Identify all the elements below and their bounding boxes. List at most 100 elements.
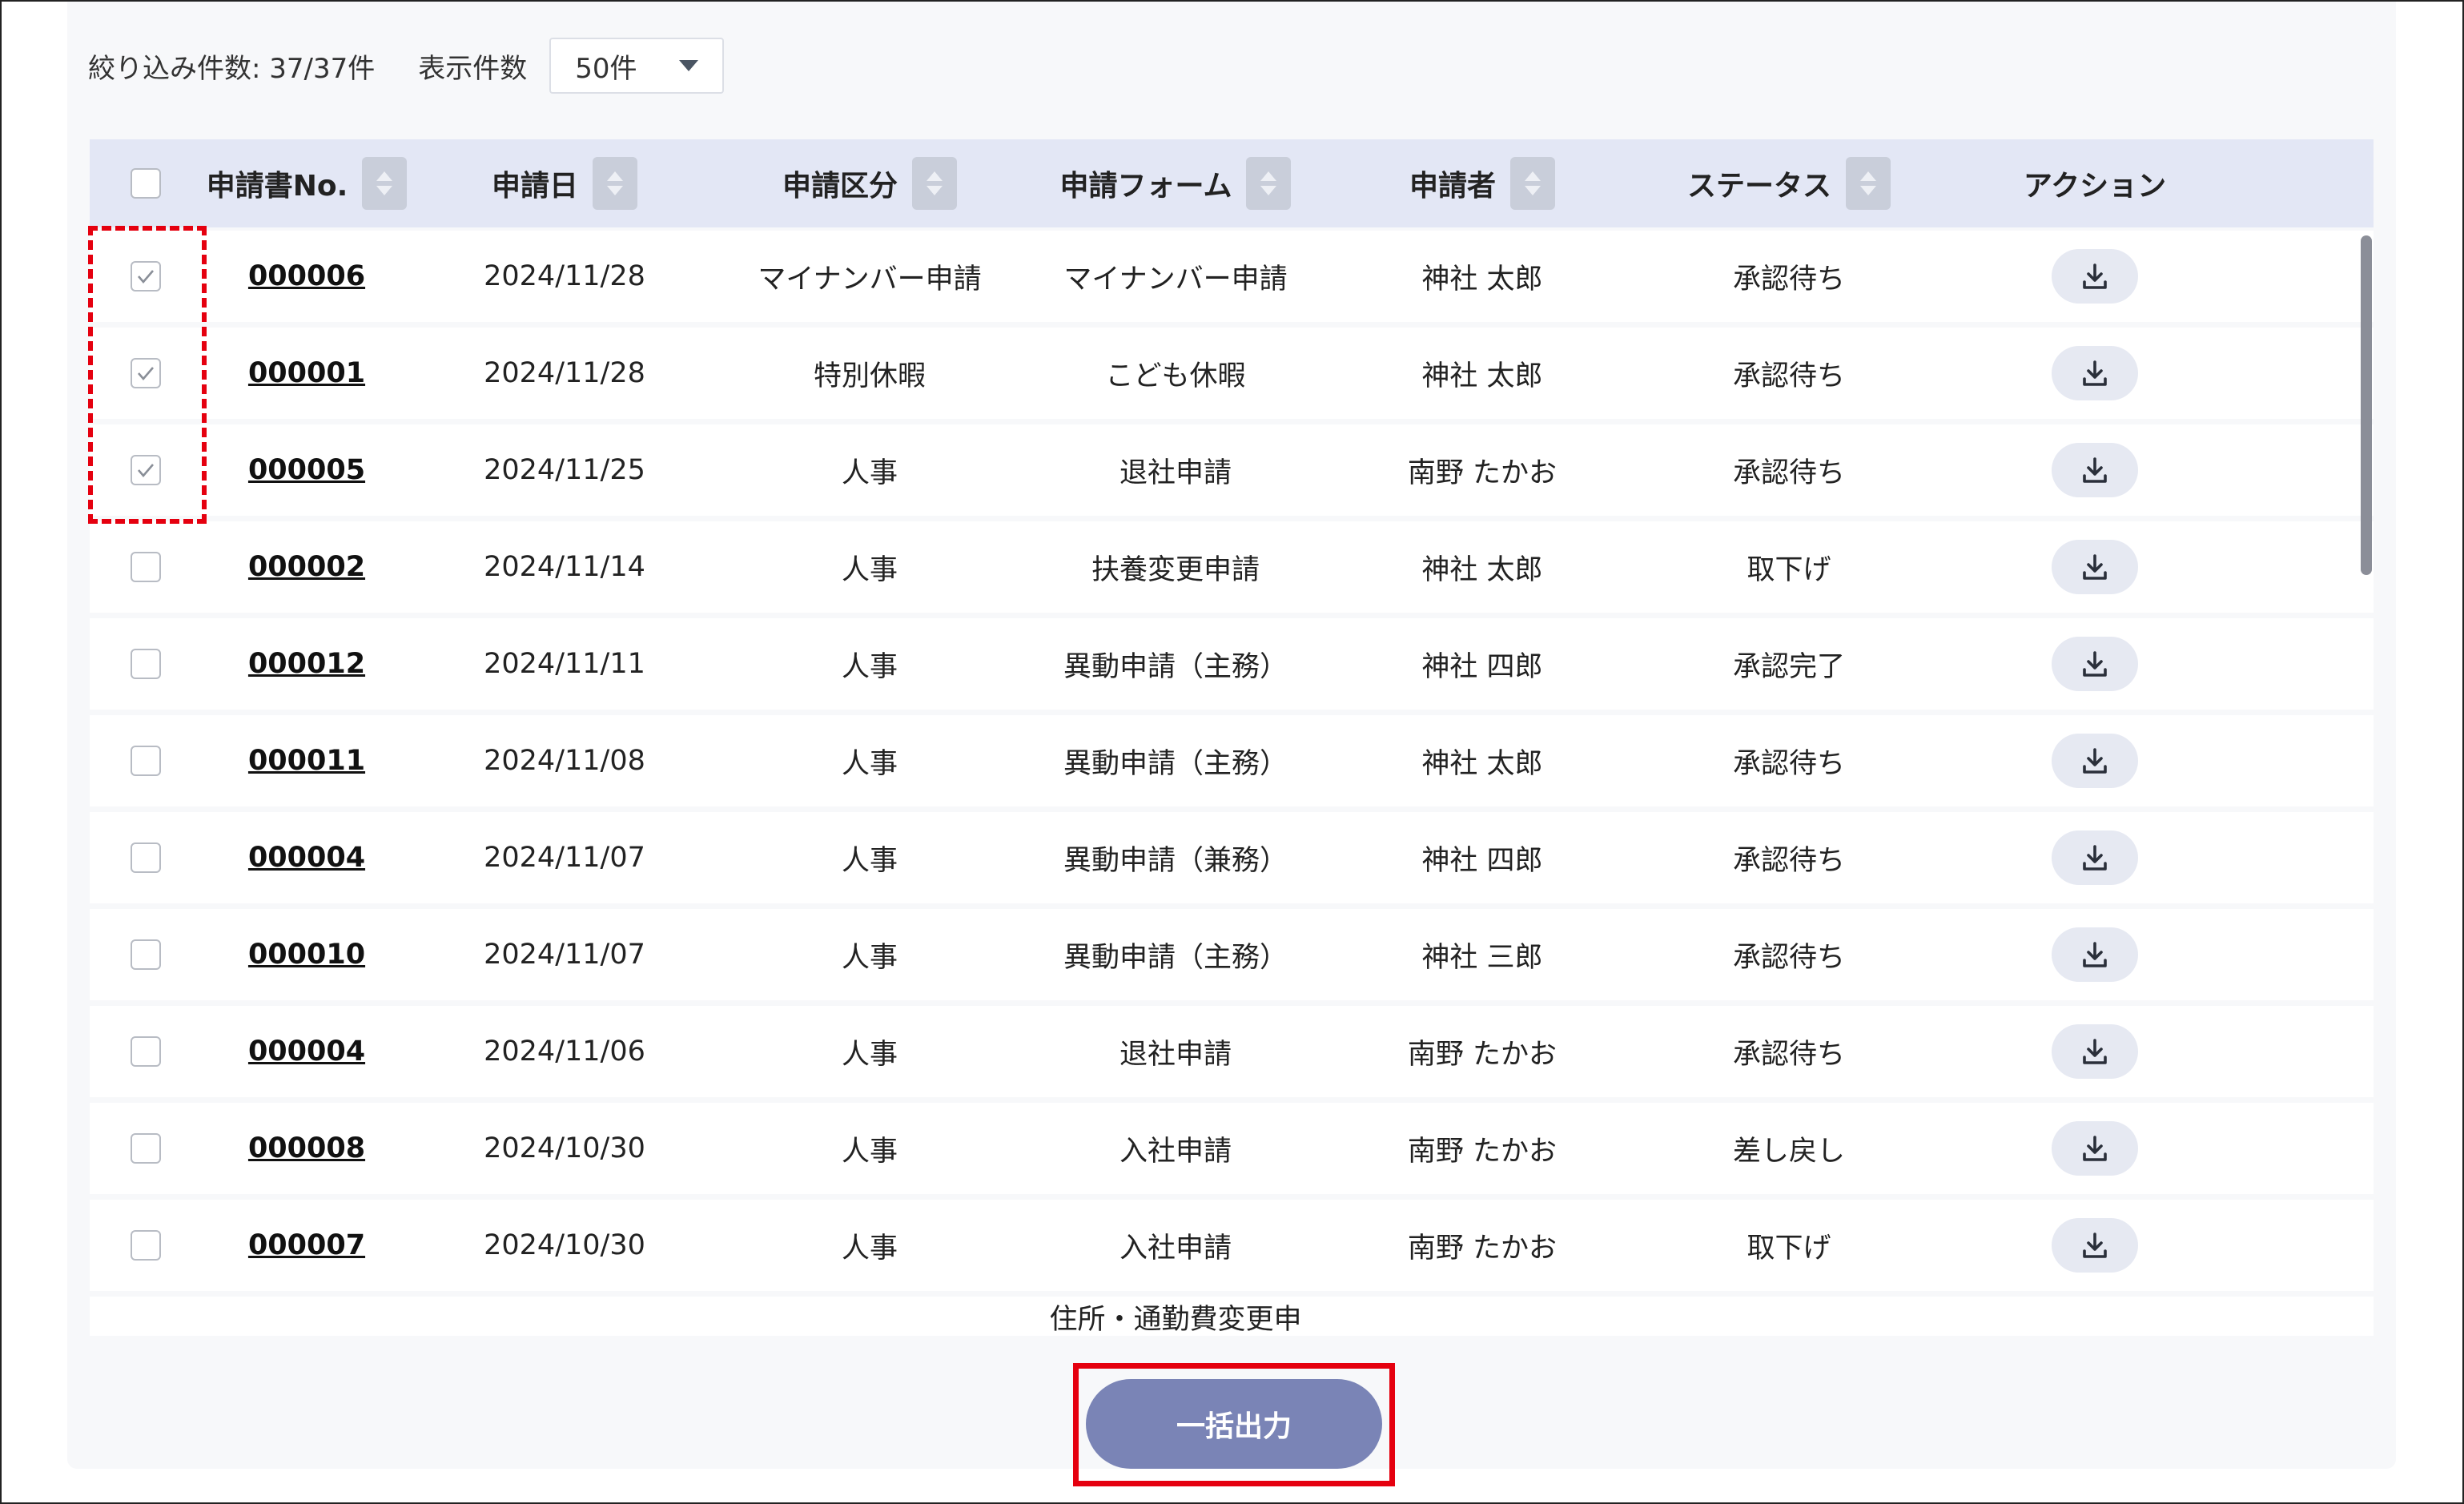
table-body: 000006 2024/11/28 マイナンバー申請 マイナンバー申請 神社 太郎 承認待… (90, 231, 2374, 1336)
header-application-date: 申請日 (412, 139, 717, 227)
form-cell: 入社申請 (1119, 1232, 1232, 1265)
display-count-select[interactable]: 50件 (549, 38, 725, 94)
row-checkbox[interactable] (131, 1036, 161, 1067)
application-no-link[interactable]: 000012 (248, 648, 365, 680)
form-cell: こども休暇 (1105, 360, 1246, 392)
row-checkbox[interactable] (131, 842, 161, 873)
header-form: 申請フォーム (1022, 139, 1329, 227)
row-checkbox[interactable] (131, 1230, 161, 1261)
application-no-link[interactable]: 000005 (248, 454, 365, 486)
display-count-label: 表示件数 (418, 52, 528, 85)
applicant-cell: 神社 四郎 (1421, 650, 1543, 683)
application-no-link[interactable]: 000001 (248, 357, 365, 389)
category-cell: 人事 (841, 553, 898, 586)
category-cell: マイナンバー申請 (758, 263, 982, 296)
row-checkbox[interactable] (131, 1133, 161, 1164)
scrollbar-thumb[interactable] (2361, 235, 2372, 575)
date-cell: 2024/11/08 (484, 745, 645, 777)
status-cell: 承認待ち (1732, 456, 1845, 489)
status-cell: 承認待ち (1732, 844, 1845, 877)
applicant-cell: 南野 たかお (1407, 1038, 1558, 1071)
applicant-cell: 神社 太郎 (1421, 747, 1543, 780)
applicant-cell: 南野 たかお (1407, 1232, 1558, 1265)
download-icon (2083, 942, 2107, 967)
application-no-link[interactable]: 000006 (248, 260, 365, 292)
sort-icon[interactable] (593, 157, 637, 210)
download-button[interactable] (2052, 346, 2138, 400)
application-no-link[interactable]: 000008 (248, 1132, 365, 1164)
date-cell: 2024/11/28 (484, 260, 645, 292)
table-row: 000011 2024/11/08 人事 異動申請（主務） 神社 太郎 承認待ち (90, 715, 2374, 806)
date-cell: 2024/11/14 (484, 551, 645, 583)
download-button[interactable] (2052, 830, 2138, 885)
form-cell: 異動申請（主務） (1063, 650, 1288, 683)
chevron-down-icon (679, 60, 699, 71)
application-no-link[interactable]: 000011 (248, 745, 365, 777)
header-label: ステータス (1686, 170, 1831, 203)
header-action: アクション (1943, 139, 2247, 227)
table-row: 000007 2024/10/30 人事 入社申請 南野 たかお 取下げ (90, 1200, 2374, 1291)
download-button[interactable] (2052, 1024, 2138, 1079)
download-icon (2083, 748, 2107, 774)
sort-icon[interactable] (362, 157, 408, 210)
date-cell: 2024/10/30 (484, 1132, 645, 1164)
applicant-cell: 南野 たかお (1407, 456, 1558, 489)
date-cell: 2024/11/11 (484, 648, 645, 680)
category-cell: 人事 (841, 650, 898, 683)
filter-count-label: 絞り込み件数: 37/37件 (88, 52, 376, 85)
download-button[interactable] (2052, 249, 2138, 304)
application-no-link[interactable]: 000010 (248, 939, 365, 971)
download-button[interactable] (2052, 734, 2138, 788)
application-no-link[interactable]: 000004 (248, 842, 365, 874)
download-icon (2083, 360, 2107, 386)
form-cell: 入社申請 (1119, 1135, 1232, 1168)
application-table: 申請書No. 申請日 申請区分 申請フォーム 申請者 ステータス アクション 0… (90, 139, 2374, 1336)
download-button[interactable] (2052, 1218, 2138, 1273)
window-frame: 絞り込み件数: 37/37件 表示件数 50件 申請書No. 申請日 申請区分 … (0, 0, 2464, 1504)
applicant-cell: 神社 四郎 (1421, 844, 1543, 877)
download-button[interactable] (2052, 927, 2138, 982)
status-cell: 承認待ち (1732, 360, 1845, 392)
download-button[interactable] (2052, 637, 2138, 691)
category-cell: 人事 (841, 1038, 898, 1071)
category-cell: 人事 (841, 1232, 898, 1265)
status-cell: 取下げ (1747, 553, 1831, 586)
table-row: 000001 2024/11/28 特別休暇 こども休暇 神社 太郎 承認待ち (90, 328, 2374, 419)
form-cell: 異動申請（主務） (1063, 747, 1288, 780)
header-applicant: 申請者 (1329, 139, 1635, 227)
date-cell: 2024/11/25 (484, 454, 645, 486)
download-icon (2083, 263, 2107, 289)
application-no-link[interactable]: 000007 (248, 1229, 365, 1261)
highlight-selected-checkboxes (88, 226, 207, 524)
select-all-checkbox[interactable] (131, 168, 161, 199)
download-icon (2083, 1233, 2107, 1258)
category-cell: 人事 (841, 941, 898, 974)
header-label: アクション (2023, 170, 2167, 203)
date-cell: 2024/11/28 (484, 357, 645, 389)
download-button[interactable] (2052, 540, 2138, 594)
row-checkbox[interactable] (131, 649, 161, 679)
table-row: 000010 2024/11/07 人事 異動申請（主務） 神社 三郎 承認待ち (90, 909, 2374, 1000)
applicant-cell: 神社 太郎 (1421, 553, 1543, 586)
table-row: 000012 2024/11/11 人事 異動申請（主務） 神社 四郎 承認完了 (90, 618, 2374, 710)
download-button[interactable] (2052, 1121, 2138, 1176)
status-cell: 承認待ち (1732, 747, 1845, 780)
sort-icon[interactable] (1510, 157, 1555, 210)
sort-icon[interactable] (1846, 157, 1891, 210)
form-cell: 扶養変更申請 (1091, 553, 1260, 586)
application-no-link[interactable]: 000002 (248, 551, 365, 583)
sort-icon[interactable] (912, 157, 957, 210)
table-row: 000005 2024/11/25 人事 退社申請 南野 たかお 承認待ち (90, 424, 2374, 516)
applicant-cell: 神社 三郎 (1421, 941, 1543, 974)
status-cell: 承認完了 (1732, 650, 1845, 683)
row-checkbox[interactable] (131, 939, 161, 970)
status-cell: 承認待ち (1732, 263, 1845, 296)
category-cell: 人事 (841, 1135, 898, 1168)
row-checkbox[interactable] (131, 552, 161, 582)
download-icon (2083, 845, 2107, 871)
sort-icon[interactable] (1246, 157, 1292, 210)
download-button[interactable] (2052, 443, 2138, 497)
row-checkbox[interactable] (131, 746, 161, 776)
application-no-link[interactable]: 000004 (248, 1036, 365, 1068)
filter-bar: 絞り込み件数: 37/37件 表示件数 50件 (88, 37, 725, 95)
